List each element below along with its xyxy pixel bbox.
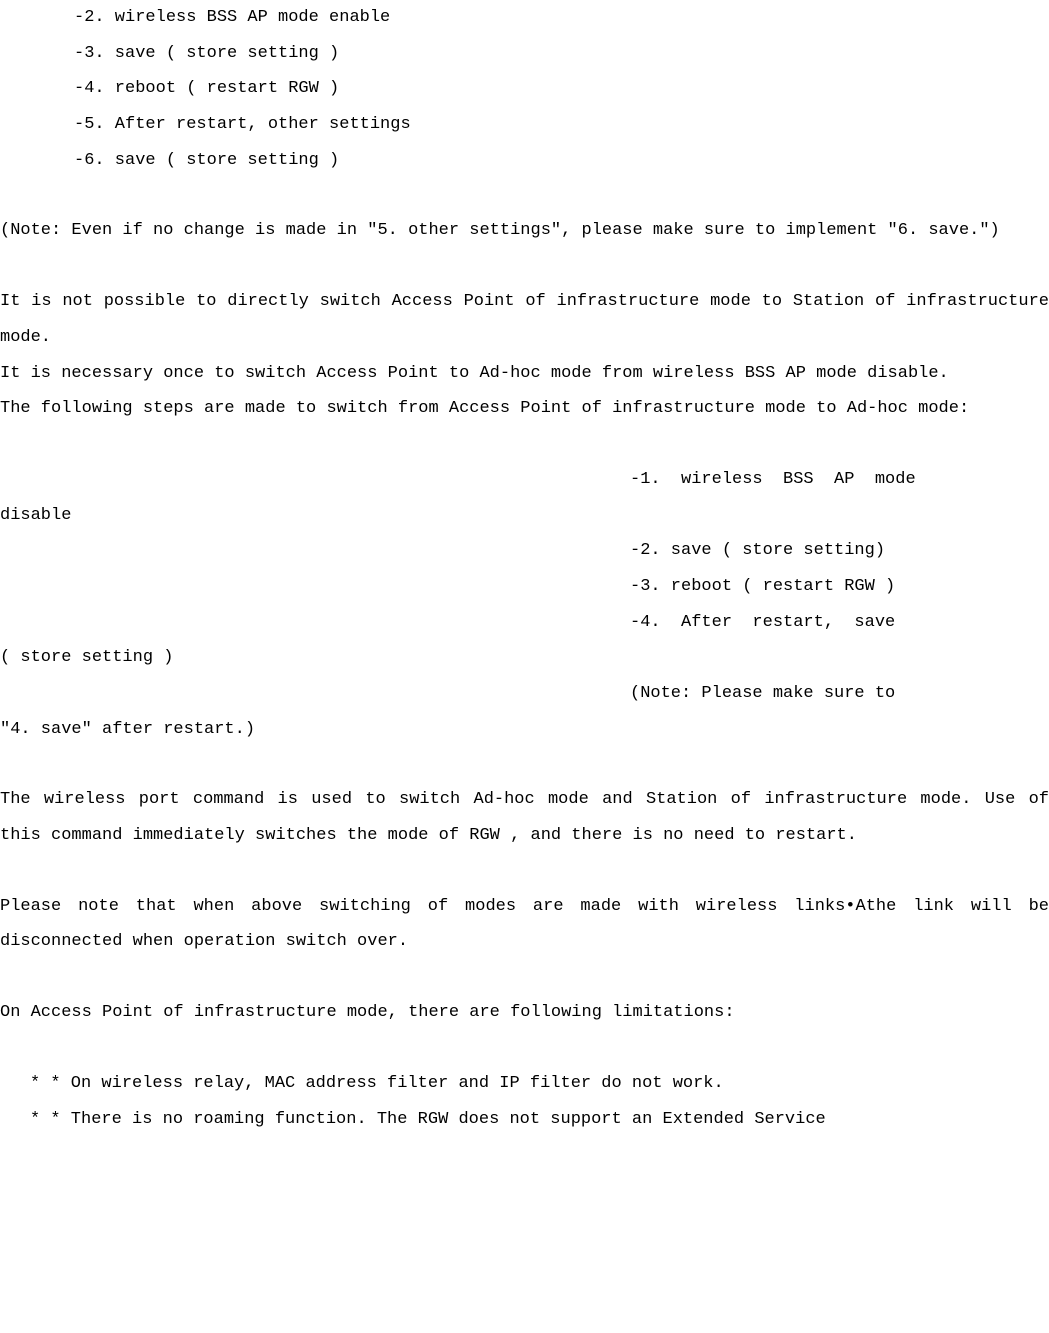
step-4: -4. reboot ( restart RGW )	[74, 71, 1049, 107]
note-1: (Note: Even if no change is made in "5. …	[0, 213, 1049, 249]
mid-step-2-text: -2. save ( store setting)	[630, 533, 1049, 569]
paragraph-1: It is not possible to directly switch Ac…	[0, 284, 1049, 355]
mid-step-2: -2. save ( store setting)	[0, 533, 1049, 569]
bullet-2: * * There is no roaming function. The RG…	[30, 1102, 1049, 1138]
paragraph-3: The following steps are made to switch f…	[0, 391, 1049, 427]
paragraph-6: On Access Point of infrastructure mode, …	[0, 995, 1049, 1031]
step-5: -5. After restart, other settings	[74, 107, 1049, 143]
step-6: -6. save ( store setting )	[74, 143, 1049, 179]
paragraph-5: Please note that when above switching of…	[0, 889, 1049, 960]
step-2: -2. wireless BSS AP mode enable	[74, 0, 1049, 36]
mid-step-1-line1: -1. wireless BSS AP mode	[0, 462, 1049, 498]
step-3: -3. save ( store setting )	[74, 36, 1049, 72]
mid-note-left: "4. save" after restart.)	[0, 712, 1049, 748]
mid-note-line1: (Note: Please make sure to	[0, 676, 1049, 712]
paragraph-4: The wireless port command is used to swi…	[0, 782, 1049, 853]
mid-step-4-left: ( store setting )	[0, 640, 1049, 676]
mid-step-1-right: -1. wireless BSS AP mode	[630, 462, 1049, 498]
mid-step-4-right: -4. After restart, save	[630, 605, 1049, 641]
paragraph-2: It is necessary once to switch Access Po…	[0, 356, 1049, 392]
mid-step-3: -3. reboot ( restart RGW )	[0, 569, 1049, 605]
mid-step-1-left: disable	[0, 498, 1049, 534]
mid-step-3-text: -3. reboot ( restart RGW )	[630, 569, 1049, 605]
mid-step-4-line1: -4. After restart, save	[0, 605, 1049, 641]
bullet-1: * * On wireless relay, MAC address filte…	[30, 1066, 1049, 1102]
mid-note-right: (Note: Please make sure to	[630, 676, 1049, 712]
